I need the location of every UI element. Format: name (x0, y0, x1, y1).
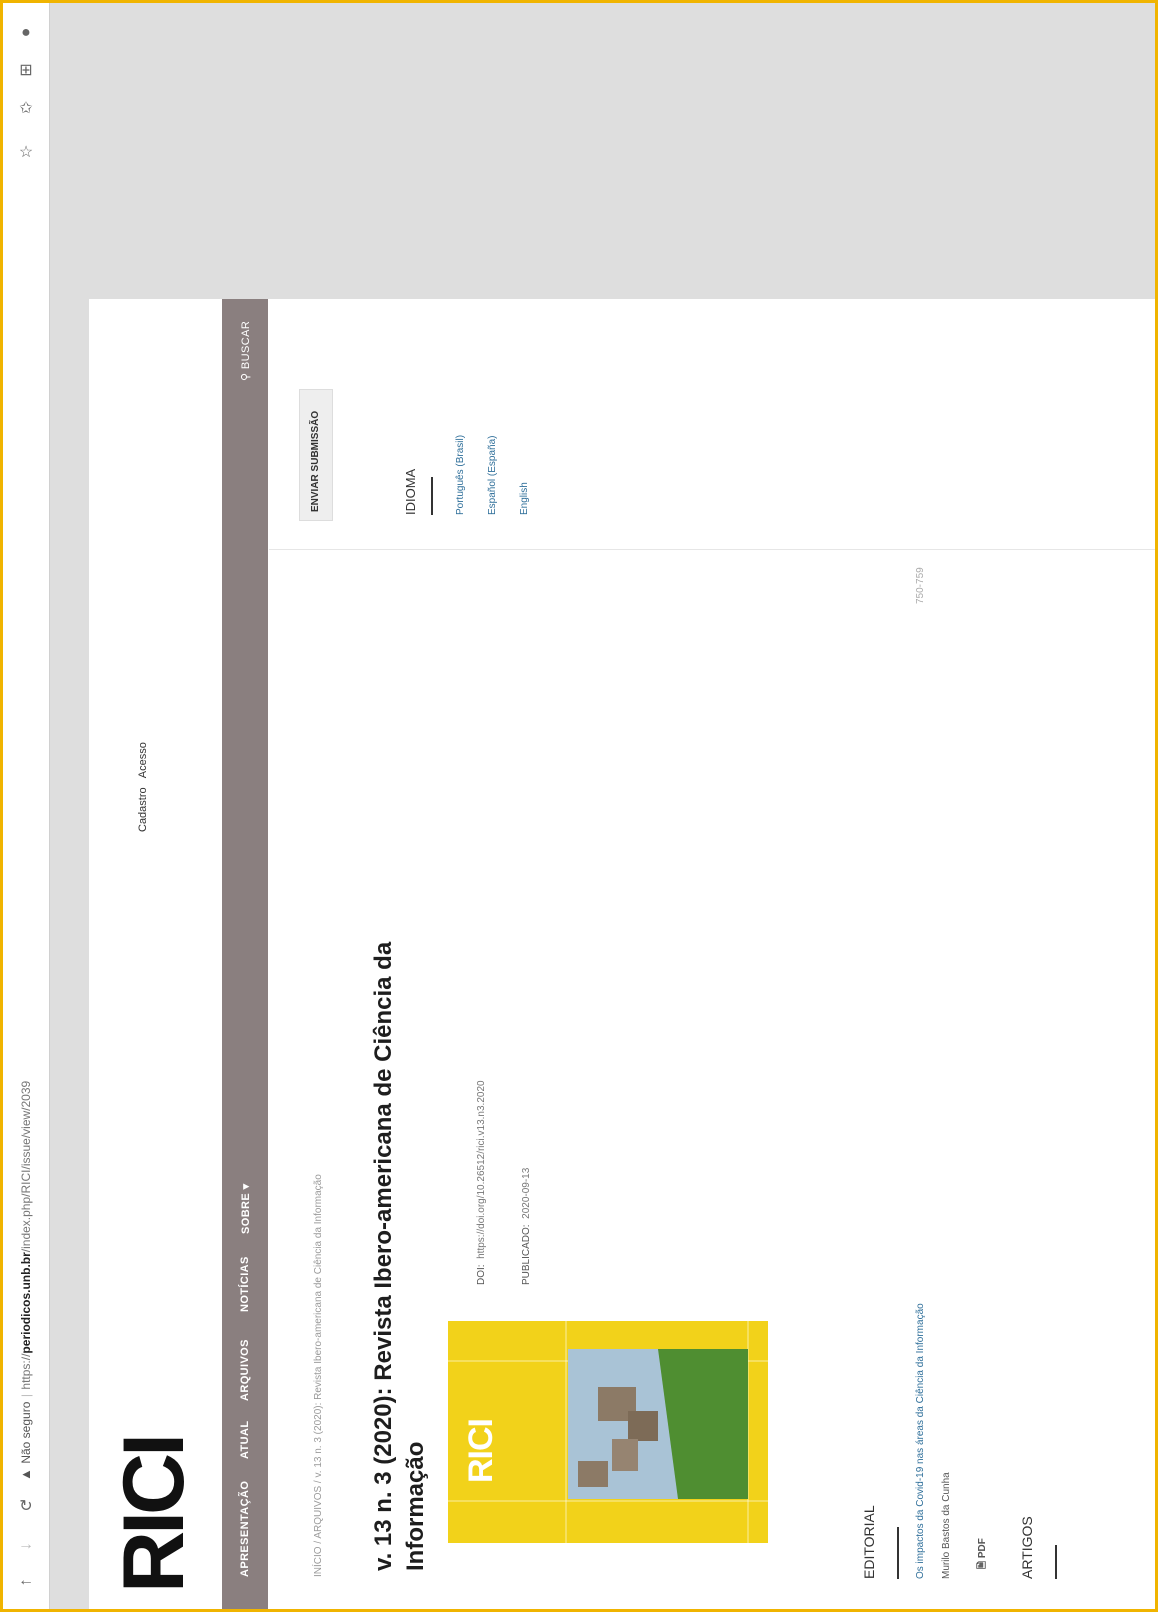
editorial-article-author: Murilo Bastos da Cunha (941, 1472, 952, 1579)
login-link[interactable]: Acesso (137, 742, 149, 778)
collections-icon[interactable]: ⊞ (16, 61, 36, 81)
issue-cover[interactable]: RICI (448, 1321, 768, 1543)
back-icon[interactable]: ← (16, 1571, 36, 1591)
nav-arquivos[interactable]: ARQUIVOS (239, 1339, 251, 1401)
warning-icon: ▲ (18, 1468, 33, 1481)
nav-apresentacao[interactable]: APRESENTAÇÃO (239, 1481, 251, 1577)
forward-icon[interactable]: → (16, 1535, 36, 1555)
nav-atual[interactable]: ATUAL (239, 1421, 251, 1459)
breadcrumb-sep: / (313, 1540, 324, 1544)
issue-title-line-1: v. 13 n. 3 (2020): Revista Ibero-america… (370, 941, 397, 1571)
language-en[interactable]: English (519, 482, 530, 515)
register-link[interactable]: Cadastro (137, 787, 149, 832)
published-row: PUBLICADO: 2020-09-13 (521, 1168, 532, 1285)
doi-link[interactable]: https://doi.org/10.26512/rici.v13.n3.202… (476, 1080, 487, 1258)
breadcrumb-current: v. 13 n. 3 (2020): Revista Ibero-america… (313, 1174, 324, 1478)
breadcrumb-archives[interactable]: ARQUIVOS (313, 1486, 324, 1539)
nav-noticias[interactable]: NOTÍCIAS (239, 1256, 251, 1312)
issue-title-line-2: Informação (402, 1441, 429, 1571)
url-path: /index.php/RICI/issue/view/2039 (19, 1080, 33, 1253)
browser-window: ← → ↻ ▲ Não seguro | https://periodicos.… (0, 0, 1158, 1612)
language-es[interactable]: Español (España) (487, 436, 498, 516)
submit-button-label: ENVIAR SUBMISSÃO (310, 410, 321, 512)
breadcrumb-home[interactable]: INÍCIO (313, 1546, 324, 1577)
editorial-article-title[interactable]: Os impactos da Covid-19 nas áreas da Ciê… (915, 1303, 926, 1579)
published-label: PUBLICADO: (521, 1224, 532, 1285)
breadcrumb: INÍCIO / ARQUIVOS / v. 13 n. 3 (2020): R… (313, 1174, 324, 1577)
search-button[interactable]: ⚲ BUSCAR (239, 321, 252, 381)
articles-underline (1055, 1545, 1057, 1579)
language-pt-br[interactable]: Português (Brasil) (455, 435, 466, 515)
rici-logo[interactable]: RICI (105, 1325, 195, 1595)
cover-logo: RICI (462, 1419, 500, 1483)
web-page: RICI Cadastro Acesso APRESENTAÇÃO ATUAL … (89, 299, 1155, 1609)
pdf-label: PDF (977, 1538, 988, 1559)
not-secure-label: Não seguro (19, 1401, 33, 1464)
language-underline (431, 477, 433, 515)
nav-sobre[interactable]: SOBRE ▾ (239, 1184, 252, 1235)
file-icon: 🗎 (977, 1560, 988, 1569)
doi-label: DOI: (476, 1264, 487, 1285)
url-divider: | (19, 1394, 33, 1398)
editorial-underline (897, 1527, 899, 1579)
url-host: periodicos.unb.br (19, 1252, 33, 1354)
language-heading: IDIOMA (403, 468, 418, 515)
doi-row: DOI: https://doi.org/10.26512/rici.v13.n… (476, 1080, 487, 1285)
url-prefix: https:// (19, 1353, 33, 1390)
submit-button[interactable]: ENVIAR SUBMISSÃO (299, 389, 333, 521)
articles-heading: ARTIGOS (1019, 1516, 1035, 1579)
browser-toolbar: ← → ↻ ▲ Não seguro | https://periodicos.… (3, 3, 50, 1609)
user-links: Cadastro Acesso (137, 742, 149, 832)
reload-icon[interactable]: ↻ (16, 1497, 36, 1517)
editorial-article-pages: 750-759 (915, 567, 926, 604)
breadcrumb-sep: / (313, 1480, 324, 1484)
editorial-heading: EDITORIAL (861, 1505, 877, 1579)
favorites-icon[interactable]: ✩ (16, 99, 36, 119)
pdf-link[interactable]: 🗎 PDF (975, 1538, 992, 1569)
main-navbar: APRESENTAÇÃO ATUAL ARQUIVOS NOTÍCIAS SOB… (222, 299, 268, 1609)
search-label: BUSCAR (240, 320, 252, 370)
logo-text: RICI (106, 1437, 195, 1593)
sidebar-divider (269, 549, 1155, 550)
star-icon[interactable]: ☆ (16, 143, 36, 163)
profile-icon[interactable]: ● (16, 23, 36, 43)
published-date: 2020-09-13 (521, 1167, 532, 1219)
search-icon: ⚲ (240, 372, 252, 381)
address-bar[interactable]: ▲ Não seguro | https://periodicos.unb.br… (17, 1081, 35, 1481)
